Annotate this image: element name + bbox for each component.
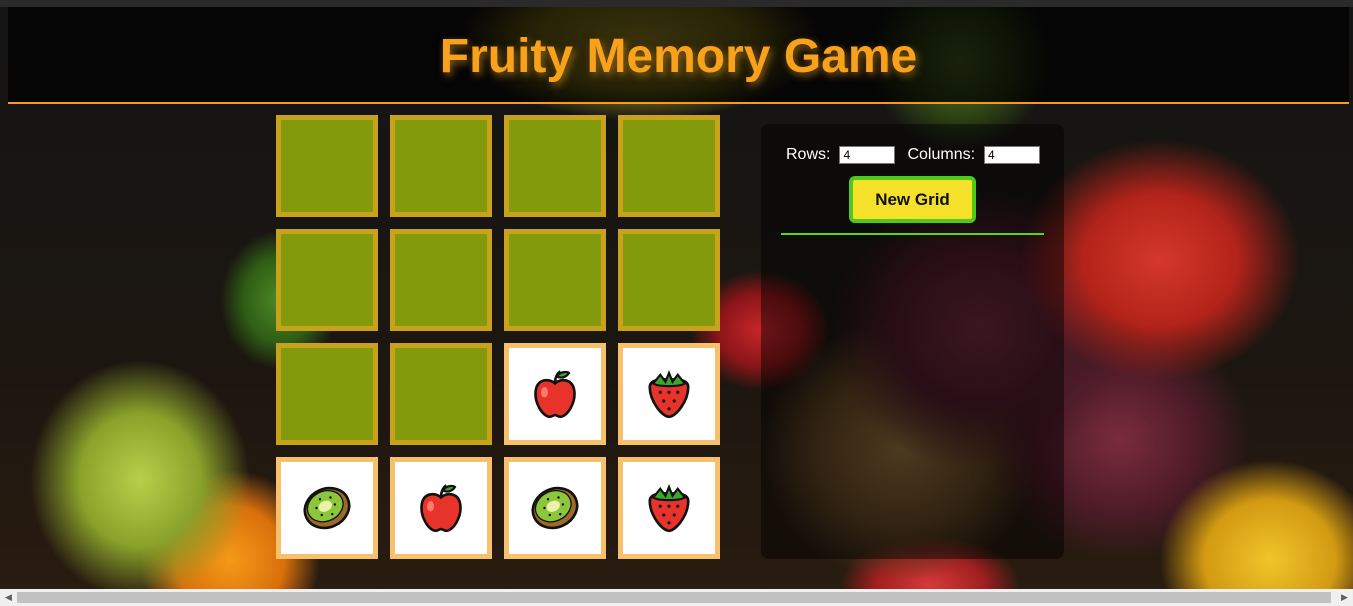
rows-label: Rows: — [786, 146, 831, 163]
horizontal-scrollbar[interactable]: ◀ ▶ — [0, 589, 1353, 606]
card-r3-c4[interactable] — [618, 343, 720, 445]
card-r4-c3[interactable] — [504, 457, 606, 559]
scrollbar-thumb[interactable] — [17, 592, 1331, 603]
memory-board — [276, 115, 732, 570]
scroll-right-arrow-icon[interactable]: ▶ — [1336, 589, 1353, 606]
card-r1-c1[interactable] — [276, 115, 378, 217]
card-r3-c3[interactable] — [504, 343, 606, 445]
kiwi-icon — [527, 480, 583, 536]
browser-top-strip — [0, 0, 1353, 7]
card-r1-c4[interactable] — [618, 115, 720, 217]
columns-label: Columns: — [907, 146, 976, 163]
card-r4-c1[interactable] — [276, 457, 378, 559]
columns-input[interactable] — [984, 146, 1041, 164]
new-grid-button[interactable]: New Grid — [849, 176, 976, 223]
panel-divider — [781, 233, 1044, 235]
card-r2-c1[interactable] — [276, 229, 378, 331]
apple-icon — [527, 366, 583, 422]
card-r2-c2[interactable] — [390, 229, 492, 331]
card-r1-c3[interactable] — [504, 115, 606, 217]
page-title: Fruity Memory Game — [439, 30, 918, 83]
strawberry-icon — [641, 480, 697, 536]
card-r2-c3[interactable] — [504, 229, 606, 331]
rows-input[interactable] — [839, 146, 896, 164]
card-r3-c2[interactable] — [390, 343, 492, 445]
card-r4-c4[interactable] — [618, 457, 720, 559]
page-header: Fruity Memory Game — [8, 7, 1349, 104]
kiwi-icon — [299, 480, 355, 536]
card-r4-c2[interactable] — [390, 457, 492, 559]
card-r3-c1[interactable] — [276, 343, 378, 445]
card-r2-c4[interactable] — [618, 229, 720, 331]
scroll-left-arrow-icon[interactable]: ◀ — [0, 589, 17, 606]
card-r1-c2[interactable] — [390, 115, 492, 217]
apple-icon — [413, 480, 469, 536]
grid-size-controls: Rows: Columns: — [786, 143, 1052, 167]
strawberry-icon — [641, 366, 697, 422]
